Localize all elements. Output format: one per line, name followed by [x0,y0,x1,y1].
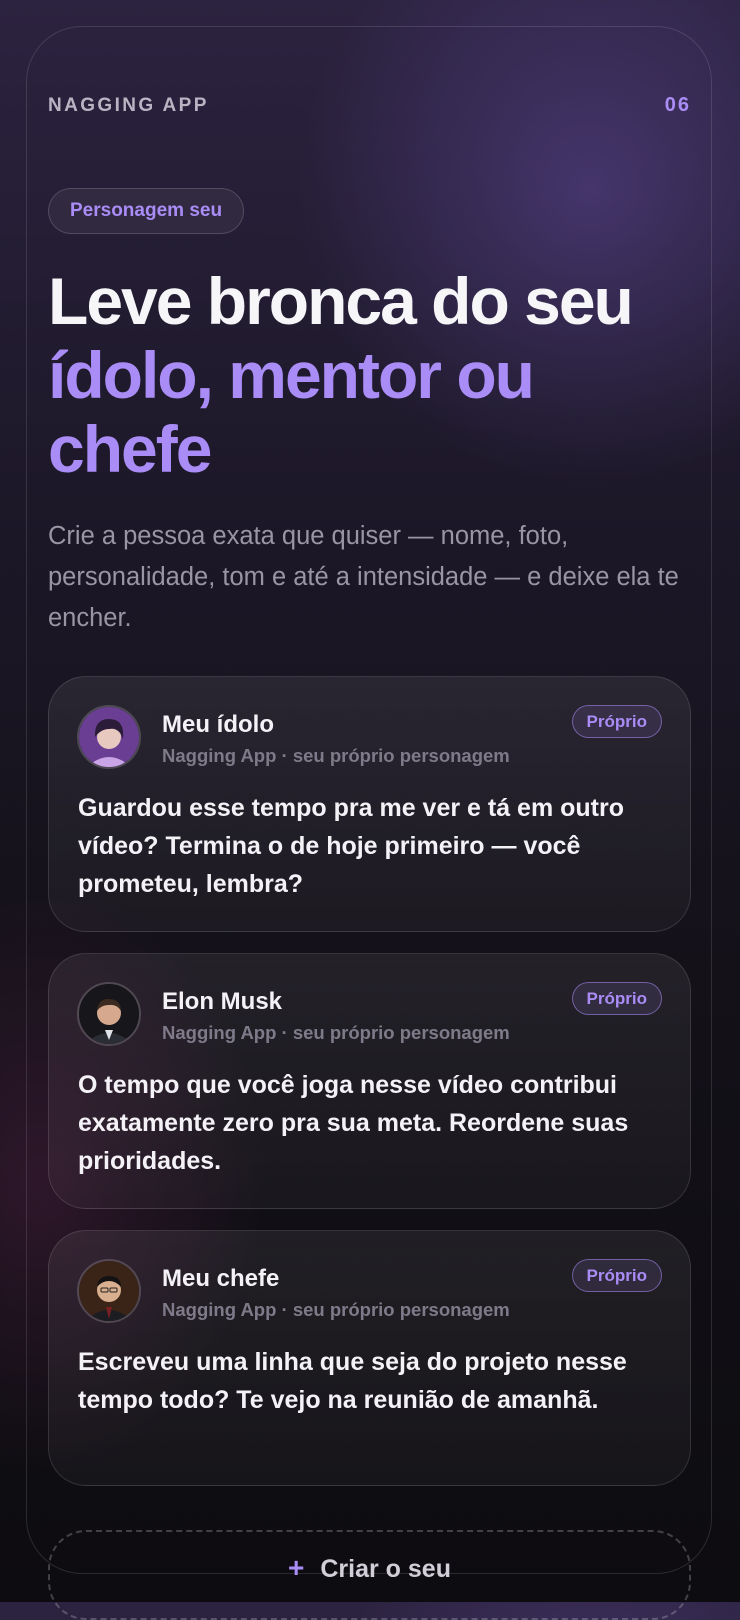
own-badge: Próprio [571,982,662,1015]
create-button-label: Criar o seu [320,1555,451,1583]
character-name: Elon Musk [162,988,283,1015]
character-message: Escreveu uma linha que seja do projeto n… [78,1348,627,1414]
headline: Leve bronca do seu ídolo, mentor ou chef… [48,264,718,486]
character-message: O tempo que você joga nesse vídeo contri… [78,1071,629,1175]
character-card-elon-musk[interactable]: Elon Musk Nagging App · seu próprio pers… [48,953,691,1209]
elon-musk-avatar-icon [77,982,141,1046]
own-badge: Próprio [571,1259,662,1292]
character-card-boss[interactable]: Meu chefe Nagging App · seu próprio pers… [48,1230,691,1486]
page-number: 06 [664,94,691,116]
character-meta: Nagging App · seu próprio personagem [162,1299,510,1320]
top-bar: NAGGING APP 06 [48,94,691,117]
category-pill: Personagem seu [48,188,245,234]
character-card-idol[interactable]: Meu ídolo Nagging App · seu próprio pers… [48,676,691,932]
create-your-own-button[interactable]: + Criar o seu [48,1530,691,1620]
headline-accent-line: ídolo, mentor ou [48,338,535,412]
app-name: NAGGING APP [48,94,209,116]
character-message: Guardou esse tempo pra me ver e tá em ou… [78,794,624,898]
idol-avatar-icon [77,705,141,769]
headline-line: Leve bronca do seu [48,264,634,338]
own-badge: Próprio [571,705,662,738]
subtitle: Crie a pessoa exata que quiser — nome, f… [48,522,679,632]
character-meta: Nagging App · seu próprio personagem [162,1022,510,1043]
headline-accent-line: chefe [48,412,212,486]
character-name: Meu ídolo [162,711,274,738]
boss-avatar-icon [77,1259,141,1323]
character-name: Meu chefe [162,1265,280,1292]
plus-icon: + [288,1552,305,1583]
character-meta: Nagging App · seu próprio personagem [162,745,510,766]
